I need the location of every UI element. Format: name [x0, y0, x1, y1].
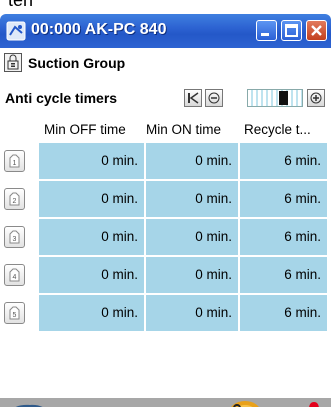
row-number-icon: 5	[9, 306, 20, 320]
page-scrollbar[interactable]	[247, 89, 303, 107]
timer-cell[interactable]: 0 min.	[39, 295, 144, 331]
row-number-button[interactable]: 4	[4, 264, 25, 286]
timer-cell[interactable]: 0 min.	[39, 257, 144, 293]
row-number-icon: 4	[9, 268, 20, 282]
timer-cell[interactable]: 6 min.	[240, 295, 327, 331]
tools-login-icon[interactable]	[4, 398, 54, 407]
column-header-recycle: Recycle t...	[244, 122, 311, 137]
svg-text:3: 3	[13, 236, 17, 243]
group-lock-icon[interactable]	[4, 53, 22, 72]
next-page-button[interactable]	[307, 89, 325, 107]
row-number-icon: 3	[9, 230, 20, 244]
timer-cell[interactable]: 6 min.	[240, 181, 327, 217]
timers-title: Anti cycle timers	[5, 90, 118, 106]
close-icon	[311, 25, 322, 36]
timer-cell[interactable]: 0 min.	[39, 143, 144, 179]
timer-cell[interactable]: 0 min.	[146, 295, 238, 331]
minimize-icon	[261, 33, 269, 36]
scrollbar-thumb[interactable]	[279, 91, 288, 105]
row-number-button[interactable]: 3	[4, 226, 25, 248]
alarm-bell-icon[interactable]	[305, 400, 323, 407]
column-header-min-off: Min OFF time	[44, 122, 126, 137]
row-number-button[interactable]: 1	[4, 150, 25, 172]
minimize-button[interactable]	[256, 20, 277, 41]
row-number-button[interactable]: 5	[4, 302, 25, 324]
timer-cell[interactable]: 0 min.	[146, 143, 238, 179]
svg-text:4: 4	[13, 274, 17, 281]
close-button[interactable]	[306, 20, 327, 41]
maximize-button[interactable]	[281, 20, 302, 41]
group-header: Suction Group	[0, 50, 331, 76]
row-number-button[interactable]: 2	[4, 188, 25, 210]
timer-cell[interactable]: 0 min.	[146, 181, 238, 217]
previous-page-button[interactable]	[205, 89, 223, 107]
timers-header: Anti cycle timers	[0, 88, 331, 112]
next-page-icon	[310, 92, 322, 104]
title-bar[interactable]: 00:000 AK-PC 840	[0, 14, 331, 48]
svg-text:2: 2	[13, 198, 17, 205]
app-window: 00:000 AK-PC 840 Suction Group Anti cycl…	[0, 14, 331, 407]
timer-cell[interactable]: 6 min.	[240, 257, 327, 293]
svg-text:5: 5	[13, 312, 17, 319]
app-logo-icon	[6, 21, 26, 41]
svg-text:1: 1	[13, 160, 17, 167]
maximize-icon	[285, 24, 298, 37]
timer-cell[interactable]: 6 min.	[240, 143, 327, 179]
timer-cell[interactable]: 0 min.	[146, 219, 238, 255]
timer-cell[interactable]: 0 min.	[39, 219, 144, 255]
footer-bar	[0, 398, 331, 407]
window-title: 00:000 AK-PC 840	[31, 21, 167, 38]
wrench-icon[interactable]	[228, 399, 262, 407]
timer-cell[interactable]: 0 min.	[39, 181, 144, 217]
previous-page-icon	[208, 92, 220, 104]
timer-cell[interactable]: 6 min.	[240, 219, 327, 255]
first-page-icon	[188, 92, 199, 104]
row-number-icon: 2	[9, 192, 20, 206]
timer-cell[interactable]: 0 min.	[146, 257, 238, 293]
clipped-top-text: ten	[8, 0, 33, 7]
first-page-button[interactable]	[184, 89, 202, 107]
row-number-icon: 1	[9, 154, 20, 168]
group-title: Suction Group	[28, 55, 126, 71]
column-header-min-on: Min ON time	[146, 122, 222, 137]
